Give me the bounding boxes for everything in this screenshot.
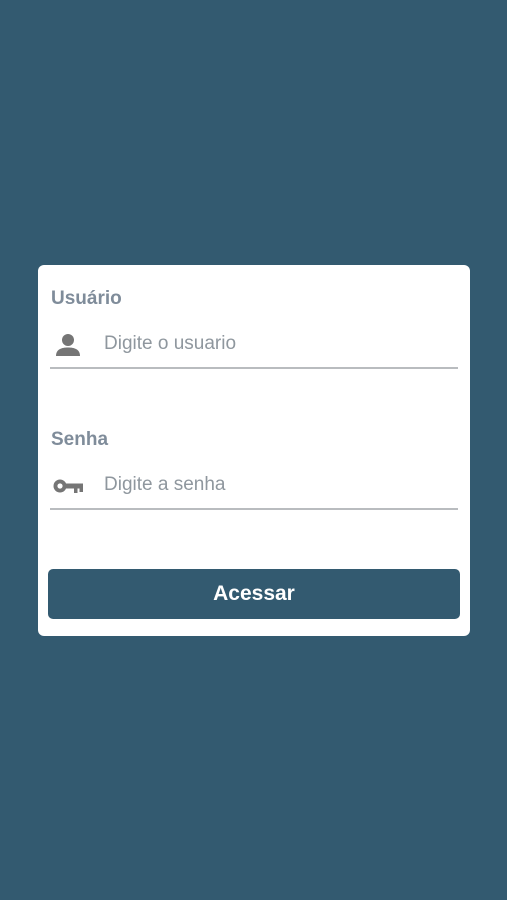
login-card: Usuário Senha Acessar [38, 265, 470, 636]
login-button[interactable]: Acessar [48, 569, 460, 619]
username-input-row[interactable] [50, 321, 458, 369]
username-label: Usuário [51, 288, 122, 309]
username-input[interactable] [104, 329, 444, 359]
password-input-row[interactable] [50, 462, 458, 510]
user-icon [52, 332, 82, 358]
password-input[interactable] [104, 470, 444, 500]
password-label: Senha [51, 429, 109, 450]
key-icon [52, 473, 83, 499]
